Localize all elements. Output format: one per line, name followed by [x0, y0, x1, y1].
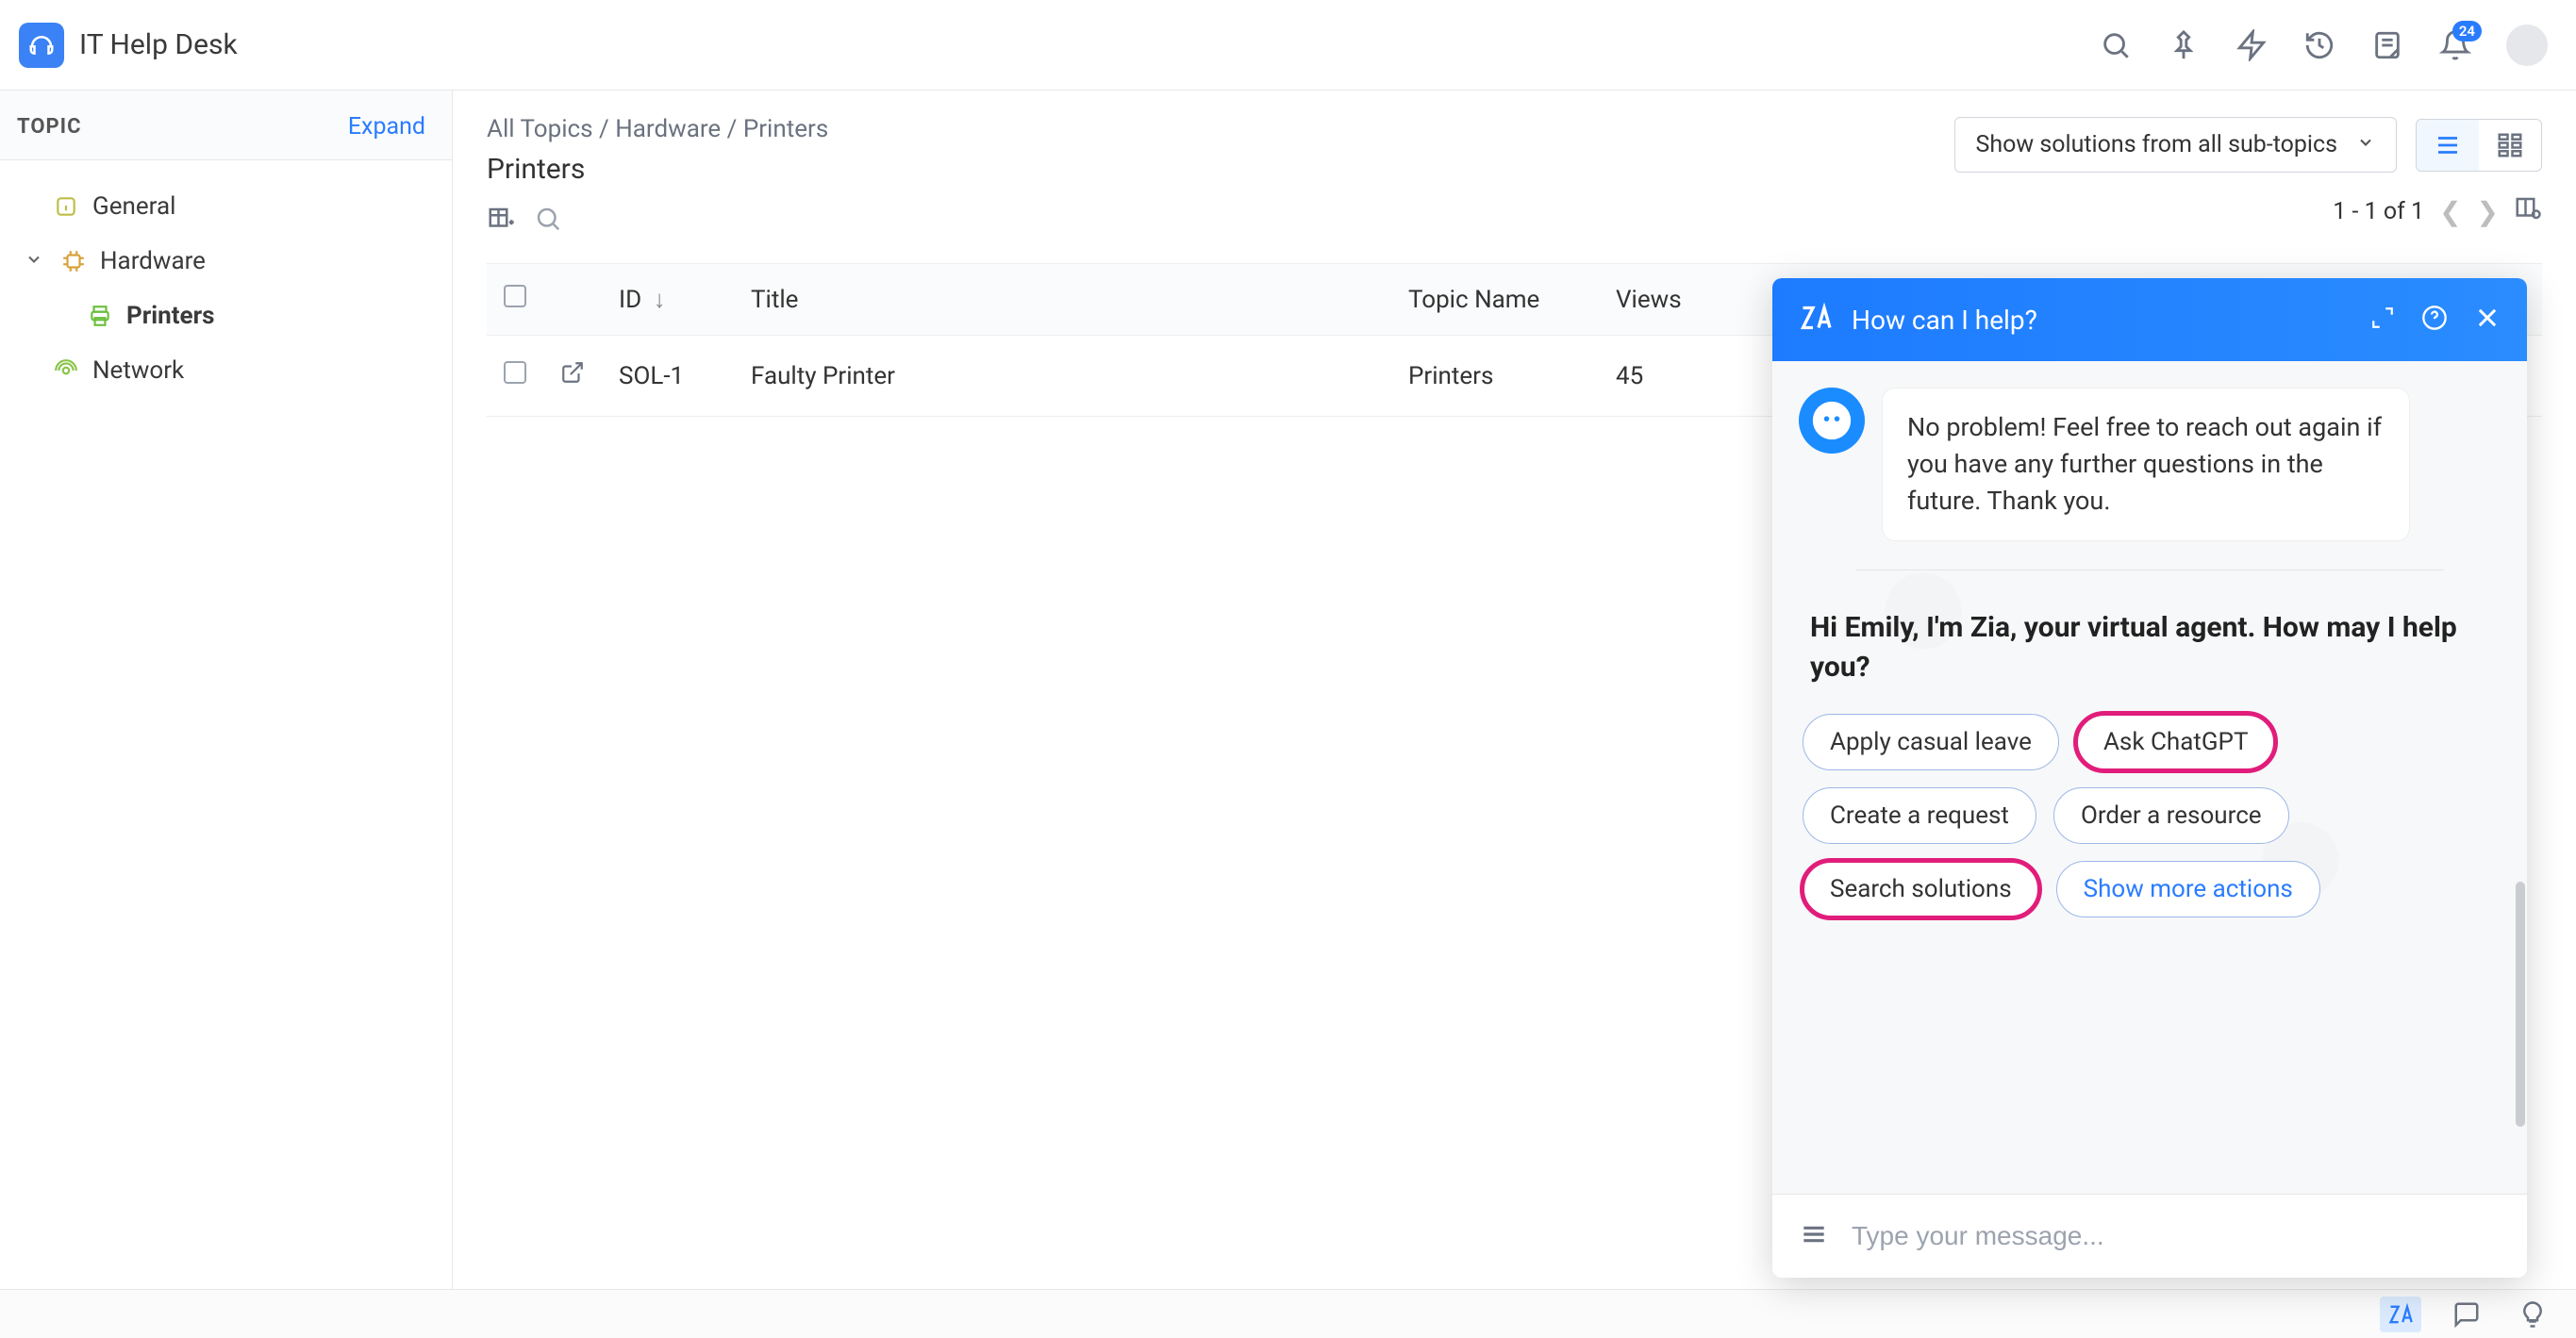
network-icon	[53, 357, 79, 384]
chip-order-resource[interactable]: Order a resource	[2053, 787, 2289, 844]
notifications-icon[interactable]: 24	[2438, 28, 2472, 62]
cell-id: SOL-1	[602, 336, 734, 417]
pager-next[interactable]: ❯	[2477, 196, 2499, 227]
user-avatar[interactable]	[2506, 25, 2548, 66]
info-icon	[53, 193, 79, 220]
col-id[interactable]: ID ↓	[602, 264, 734, 336]
printer-icon	[87, 303, 113, 329]
chat-input-bar	[1772, 1194, 2527, 1278]
sidebar-item-general[interactable]: General	[0, 179, 452, 234]
search-table-icon[interactable]	[534, 205, 562, 237]
sidebar-item-label: Network	[92, 356, 184, 385]
sidebar-item-label: Hardware	[100, 247, 206, 275]
app-header: IT Help Desk 24	[0, 0, 2576, 91]
chevron-down-icon	[2356, 131, 2375, 158]
chat-input[interactable]	[1852, 1221, 2501, 1251]
pin-icon[interactable]	[2167, 28, 2201, 62]
chat-footer-icon[interactable]	[2446, 1297, 2487, 1332]
search-icon[interactable]	[2099, 28, 2133, 62]
chevron-down-icon	[25, 247, 47, 275]
close-icon[interactable]	[2474, 305, 2501, 335]
grid-view-button[interactable]	[2479, 120, 2541, 171]
sidebar-heading: TOPIC	[17, 115, 82, 139]
expand-link[interactable]: Expand	[348, 113, 425, 140]
zia-logo-icon	[1799, 301, 1833, 339]
chip-show-more[interactable]: Show more actions	[2056, 861, 2320, 917]
page-title: Printers	[487, 153, 585, 186]
chat-title: How can I help?	[1852, 305, 2037, 336]
menu-icon[interactable]	[1799, 1219, 1829, 1253]
sort-down-icon: ↓	[654, 286, 666, 314]
bot-avatar-icon	[1799, 388, 1865, 454]
sidebar-item-label: Printers	[126, 302, 214, 330]
app-title: IT Help Desk	[79, 28, 238, 61]
history-icon[interactable]	[2302, 28, 2336, 62]
col-title[interactable]: Title	[734, 264, 1391, 336]
chip-search-solutions[interactable]: Search solutions	[1803, 861, 2039, 917]
bot-message: No problem! Feel free to reach out again…	[1882, 388, 2410, 541]
sidebar-item-hardware[interactable]: Hardware	[0, 234, 452, 289]
select-all-checkbox[interactable]	[504, 285, 526, 307]
sidebar-item-printers[interactable]: Printers	[0, 289, 452, 343]
subtopic-filter-dropdown[interactable]: Show solutions from all sub-topics	[1954, 117, 2398, 173]
cell-views: 45	[1599, 336, 1712, 417]
chip-create-request[interactable]: Create a request	[1803, 787, 2036, 844]
pager-text: 1 - 1 of 1	[2333, 198, 2424, 225]
notifications-badge: 24	[2452, 21, 2482, 41]
view-toggle	[2416, 119, 2542, 172]
chip-icon	[60, 248, 87, 274]
app-logo	[19, 23, 64, 68]
sidebar: TOPIC Expand General Hardware	[0, 91, 453, 1289]
action-chips: Apply casual leave Ask ChatGPT Create a …	[1803, 714, 2497, 917]
pager: 1 - 1 of 1 ❮ ❯	[2333, 194, 2542, 229]
sidebar-item-network[interactable]: Network	[0, 343, 452, 398]
lightbulb-footer-icon[interactable]	[2512, 1297, 2553, 1332]
breadcrumb-part[interactable]: Printers	[743, 115, 828, 143]
cell-topic: Printers	[1391, 336, 1599, 417]
add-column-icon[interactable]	[487, 205, 515, 237]
expand-icon[interactable]	[2370, 306, 2395, 334]
chip-ask-chatgpt[interactable]: Ask ChatGPT	[2076, 714, 2276, 770]
cell-title: Faulty Printer	[734, 336, 1391, 417]
dropdown-label: Show solutions from all sub-topics	[1976, 131, 2338, 158]
chat-header: How can I help?	[1772, 278, 2527, 361]
pager-prev[interactable]: ❮	[2439, 196, 2461, 227]
chat-body: No problem! Feel free to reach out again…	[1772, 361, 2527, 1194]
zia-footer-icon[interactable]	[2380, 1297, 2421, 1332]
bolt-icon[interactable]	[2235, 28, 2269, 62]
help-icon[interactable]	[2421, 305, 2448, 335]
chip-apply-leave[interactable]: Apply casual leave	[1803, 714, 2059, 770]
sidebar-item-label: General	[92, 192, 175, 221]
chat-greeting: Hi Emily, I'm Zia, your virtual agent. H…	[1810, 608, 2489, 687]
breadcrumb-part[interactable]: All Topics	[487, 115, 593, 143]
note-icon[interactable]	[2370, 28, 2404, 62]
zia-chat-panel: How can I help? No problem! Feel free to…	[1772, 278, 2527, 1278]
list-view-button[interactable]	[2417, 120, 2479, 171]
col-views[interactable]: Views	[1599, 264, 1712, 336]
footer-bar	[0, 1289, 2576, 1338]
breadcrumb-part[interactable]: Hardware	[615, 115, 721, 143]
chat-scrollbar[interactable]	[2516, 438, 2525, 1146]
row-checkbox[interactable]	[504, 361, 526, 384]
column-settings-icon[interactable]	[2514, 194, 2542, 229]
open-external-icon[interactable]	[560, 363, 585, 391]
col-topic[interactable]: Topic Name	[1391, 264, 1599, 336]
